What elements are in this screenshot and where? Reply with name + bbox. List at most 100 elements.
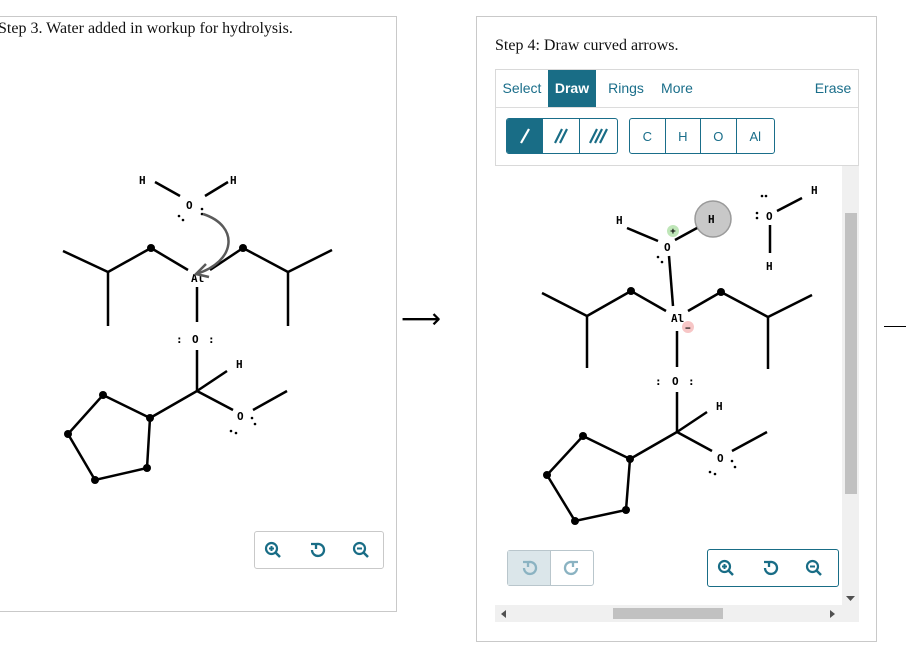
atom-button-c[interactable]: C: [630, 119, 666, 153]
atom-dot: [622, 506, 630, 514]
atom-button-o[interactable]: O: [701, 119, 737, 153]
minus-charge-sign: −: [685, 324, 691, 334]
atom-dot: [571, 517, 579, 525]
atom-label: H: [708, 213, 715, 226]
undo-button[interactable]: [508, 551, 551, 585]
bond: [154, 180, 181, 198]
bond: [586, 289, 632, 318]
bond: [150, 246, 189, 272]
redo-button[interactable]: [551, 551, 593, 585]
electron-dot: [708, 470, 712, 474]
lone-pair: :: [655, 375, 662, 388]
atom-dot: [147, 244, 155, 252]
atom-label: H: [236, 358, 243, 371]
bond: [720, 290, 769, 319]
tab-draw[interactable]: Draw: [548, 70, 596, 107]
bond: [149, 389, 198, 420]
reset-zoom-button[interactable]: [752, 550, 788, 586]
atom-label: O: [664, 241, 671, 254]
redo-icon: [563, 560, 579, 576]
reset-zoom-icon: [763, 560, 779, 576]
bond: [626, 226, 659, 243]
bond: [667, 255, 675, 307]
atom-dot: [543, 471, 551, 479]
atom-label: H: [230, 174, 237, 187]
atom-label: O: [186, 199, 193, 212]
scroll-down-icon[interactable]: [846, 596, 855, 602]
atom-dot: [717, 288, 725, 296]
vertical-scroll-thumb[interactable]: [845, 213, 857, 494]
bond: [242, 246, 289, 274]
lone-pair: :: [208, 333, 215, 346]
horizontal-scrollbar[interactable]: [495, 605, 842, 622]
single-bond-button[interactable]: [507, 119, 544, 153]
atom-button-al[interactable]: Al: [737, 119, 774, 153]
electron-dot: [760, 194, 764, 198]
horizontal-scroll-thumb[interactable]: [613, 608, 723, 619]
electron-dot: [656, 255, 660, 259]
electron-dot: [660, 260, 664, 264]
history-controls: [507, 550, 594, 586]
vertical-scrollbar[interactable]: [842, 166, 859, 622]
electron-dot: [755, 211, 759, 215]
electron-dot: [177, 214, 181, 218]
step3-zoom-controls: [254, 531, 384, 569]
electron-dot: [755, 216, 759, 220]
zoom-out-button[interactable]: [343, 532, 379, 568]
bond: [731, 430, 768, 453]
tab-rings[interactable]: Rings: [600, 70, 652, 107]
atom-type-group: C H O Al: [629, 118, 775, 154]
bond: [676, 430, 713, 453]
atom-dot: [627, 287, 635, 295]
electron-dot: [200, 207, 204, 211]
erase-button[interactable]: Erase: [808, 70, 858, 107]
single-bond-icon: [519, 128, 530, 144]
atom-button-h[interactable]: H: [666, 119, 702, 153]
bond: [196, 389, 234, 412]
bond: [196, 369, 228, 393]
electron-dot: [733, 465, 737, 469]
curved-arrow: [195, 212, 230, 276]
atom-dot: [143, 464, 151, 472]
bond: [287, 248, 333, 274]
zoom-in-button[interactable]: [255, 532, 291, 568]
step4-title: Step 4: Draw curved arrows.: [495, 37, 679, 54]
zoom-out-button[interactable]: [796, 550, 832, 586]
tab-more[interactable]: More: [654, 70, 700, 107]
atom-label: O: [766, 210, 773, 223]
scroll-left-icon[interactable]: [501, 610, 507, 618]
atom-dot: [64, 430, 72, 438]
step4-zoom-controls: [707, 549, 839, 587]
reset-zoom-button[interactable]: [299, 532, 335, 568]
electron-dot: [229, 429, 233, 433]
zoom-in-icon: [264, 541, 281, 558]
electron-dot: [713, 472, 717, 476]
cyclopentane-ring: [66, 393, 152, 482]
bond: [252, 389, 288, 412]
tab-select[interactable]: Select: [496, 70, 548, 107]
draw-toolbar: Select Draw Rings More Erase C H O Al: [495, 69, 859, 166]
plus-charge-sign: +: [670, 227, 676, 237]
atom-label: H: [766, 260, 773, 273]
atom-label: O: [192, 333, 199, 346]
double-bond-icon: [554, 128, 568, 144]
scroll-right-icon[interactable]: [830, 610, 836, 618]
triple-bond-button[interactable]: [580, 119, 617, 153]
bond: [776, 196, 803, 213]
step4-drawing-canvas[interactable]: H O H Al O H O O H H : : + −: [495, 166, 842, 605]
bond: [107, 246, 152, 274]
zoom-out-icon: [352, 541, 369, 558]
bond: [62, 249, 109, 274]
toolbar-divider: [496, 107, 858, 108]
bond: [630, 289, 667, 313]
bond: [204, 180, 229, 198]
atom-label: H: [716, 400, 723, 413]
atom-label: H: [811, 184, 818, 197]
step3-structure-canvas: H O H Al O H O : :: [62, 174, 333, 484]
zoom-in-button[interactable]: [708, 550, 744, 586]
double-bond-button[interactable]: [543, 119, 580, 153]
lone-pair: :: [688, 375, 695, 388]
atom-dot: [579, 432, 587, 440]
bond-type-group: [506, 118, 618, 154]
zoom-out-icon: [805, 559, 822, 576]
